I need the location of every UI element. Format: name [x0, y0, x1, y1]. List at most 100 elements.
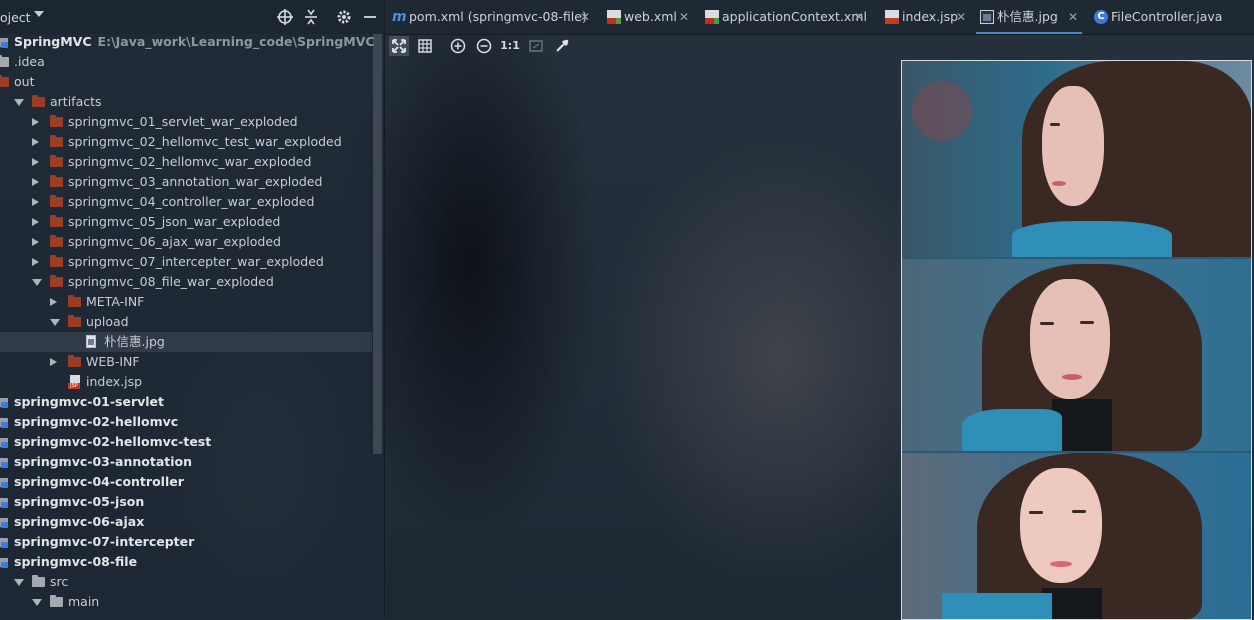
tree-node[interactable]: springmvc-07-intercepter	[0, 532, 372, 552]
folder-icon	[50, 215, 63, 227]
chevron-right-icon[interactable]	[32, 178, 39, 186]
tree-node-text: META-INF	[86, 294, 145, 309]
tree-node-text: springmvc_02_hellomvc_test_war_exploded	[68, 134, 342, 149]
tree-node[interactable]: 朴信惠.jpg	[0, 332, 372, 352]
close-icon[interactable]: ✕	[580, 0, 590, 34]
close-icon[interactable]: ✕	[679, 0, 689, 34]
chevron-right-icon[interactable]	[32, 218, 39, 226]
chevron-right-icon[interactable]	[32, 238, 39, 246]
jsp-file-icon	[885, 10, 899, 24]
zoom-out-icon	[476, 38, 492, 54]
jsp-file-icon: JSP	[68, 375, 80, 389]
photo-panel	[902, 259, 1251, 451]
editor-tab-label: index.jsp	[902, 9, 959, 24]
tree-node[interactable]: WEB-INF	[0, 352, 372, 372]
close-icon[interactable]: ✕	[854, 0, 864, 34]
editor-tab[interactable]: C FileController.java	[1090, 0, 1240, 34]
folder-icon	[50, 115, 63, 127]
actual-size-label: 1:1	[500, 39, 520, 52]
chevron-right-icon[interactable]	[32, 118, 39, 126]
tree-node-text: springmvc_02_hellomvc_war_exploded	[68, 154, 312, 169]
editor-tab[interactable]: 朴信惠.jpg ✕	[976, 0, 1082, 34]
tree-node[interactable]: springmvc-01-servlet	[0, 392, 372, 412]
collapse-all-icon[interactable]	[302, 8, 320, 26]
chevron-down-icon[interactable]	[14, 579, 24, 586]
tree-node-text: springmvc-07-intercepter	[14, 534, 195, 549]
tree-node-label: springmvc-02-hellomvc-test	[14, 432, 211, 452]
editor-tab[interactable]: web.xml ✕	[603, 0, 693, 34]
tree-node-label: index.jsp	[86, 372, 142, 392]
tree-node[interactable]: springmvc-05-json	[0, 492, 372, 512]
folder-icon	[50, 155, 63, 167]
tree-node[interactable]: SpringMVC E:\Java_work\Learning_code\Spri…	[0, 32, 375, 52]
close-icon[interactable]: ✕	[956, 0, 966, 34]
tree-node[interactable]: springmvc_05_json_war_exploded	[0, 212, 372, 232]
tree-scrollbar[interactable]	[373, 34, 382, 454]
tree-node[interactable]: springmvc-02-hellomvc-test	[0, 432, 372, 452]
minimize-icon[interactable]	[361, 8, 379, 26]
chevron-right-icon[interactable]	[32, 138, 39, 146]
project-path: E:\Java_work\Learning_code\SpringMVC	[97, 34, 375, 49]
project-view-title[interactable]: oject	[0, 10, 31, 25]
chevron-down-icon[interactable]	[32, 599, 42, 606]
chevron-down-icon[interactable]	[32, 279, 42, 286]
xml-file-icon	[607, 10, 621, 24]
tree-node-label: springmvc-07-intercepter	[14, 532, 194, 552]
tree-node[interactable]: springmvc-08-file	[0, 552, 372, 572]
tree-node-label: springmvc-02-hellomvc	[14, 412, 178, 432]
tree-node[interactable]: springmvc-06-ajax	[0, 512, 372, 532]
folder-icon	[68, 355, 81, 367]
fit-to-window-button[interactable]	[526, 36, 546, 56]
tree-node[interactable]: .idea	[0, 52, 372, 72]
image-preview[interactable]	[901, 60, 1252, 620]
chevron-down-icon[interactable]	[14, 99, 24, 106]
tree-node[interactable]: springmvc_01_servlet_war_exploded	[0, 112, 372, 132]
tree-node[interactable]: JSP index.jsp	[0, 372, 372, 392]
tree-node[interactable]: springmvc-04-controller	[0, 472, 372, 492]
tree-node[interactable]: springmvc_02_hellomvc_war_exploded	[0, 152, 372, 172]
close-icon[interactable]: ✕	[1068, 0, 1078, 34]
tree-node[interactable]: out	[0, 72, 372, 92]
tree-node-label: springmvc_02_hellomvc_war_exploded	[68, 152, 311, 172]
editor-tab[interactable]: applicationContext.xml ✕	[701, 0, 868, 34]
tree-node[interactable]: springmvc_03_annotation_war_exploded	[0, 172, 372, 192]
tree-node[interactable]: springmvc_06_ajax_war_exploded	[0, 232, 372, 252]
eyedropper-icon	[556, 39, 569, 52]
fit-window-icon	[529, 40, 543, 52]
tree-node[interactable]: springmvc_04_controller_war_exploded	[0, 192, 372, 212]
tree-node-label: springmvc_01_servlet_war_exploded	[68, 112, 298, 132]
chevron-right-icon[interactable]	[50, 358, 57, 366]
tree-node-text: springmvc-06-ajax	[14, 514, 145, 529]
locate-target-icon[interactable]	[276, 8, 294, 26]
tree-node-text: springmvc_05_json_war_exploded	[68, 214, 281, 229]
color-picker-button[interactable]	[552, 36, 572, 56]
chevron-right-icon[interactable]	[32, 198, 39, 206]
tree-node[interactable]: artifacts	[0, 92, 372, 112]
actual-size-button[interactable]: 1:1	[500, 36, 520, 56]
java-class-icon: C	[1094, 10, 1108, 24]
tree-node-label: springmvc-05-json	[14, 492, 144, 512]
zoom-out-button[interactable]	[474, 36, 494, 56]
tree-node[interactable]: upload	[0, 312, 372, 332]
tree-node[interactable]: springmvc-02-hellomvc	[0, 412, 372, 432]
tree-node-label: springmvc_05_json_war_exploded	[68, 212, 280, 232]
zoom-in-button[interactable]	[448, 36, 468, 56]
editor-tab-label: web.xml	[624, 9, 677, 24]
tree-node[interactable]: springmvc_07_intercepter_war_exploded	[0, 252, 372, 272]
tree-node[interactable]: springmvc_02_hellomvc_test_war_exploded	[0, 132, 372, 152]
chevron-right-icon[interactable]	[32, 258, 39, 266]
gear-icon[interactable]	[335, 8, 353, 26]
tree-node[interactable]: src	[0, 572, 372, 592]
toggle-grid-button[interactable]	[415, 36, 435, 56]
chevron-right-icon[interactable]	[50, 298, 57, 306]
tree-node[interactable]: springmvc-03-annotation	[0, 452, 372, 472]
chevron-down-icon[interactable]	[50, 319, 60, 326]
editor-tab[interactable]: index.jsp ✕	[881, 0, 970, 34]
fit-zoom-button[interactable]	[389, 36, 409, 56]
tree-node[interactable]: springmvc_08_file_war_exploded	[0, 272, 372, 292]
editor-tab[interactable]: m pom.xml (springmvc-08-file) ✕	[388, 0, 594, 34]
chevron-down-icon[interactable]	[34, 11, 44, 17]
tree-node[interactable]: META-INF	[0, 292, 372, 312]
chevron-right-icon[interactable]	[32, 158, 39, 166]
tree-node[interactable]: main	[0, 592, 372, 612]
